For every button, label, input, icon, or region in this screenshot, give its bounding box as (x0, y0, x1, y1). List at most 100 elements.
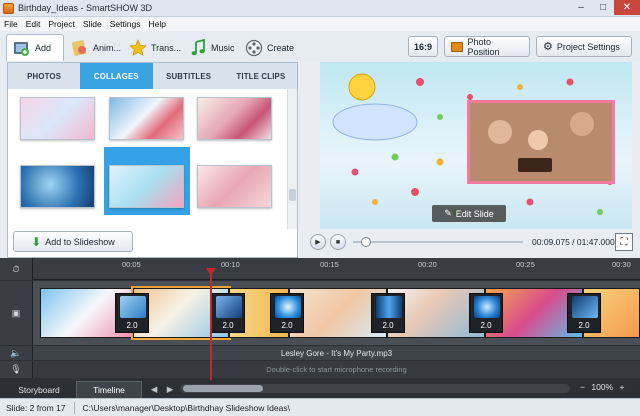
transition-block[interactable]: 2.0 (371, 293, 405, 333)
tab-music-label: Music (211, 42, 235, 53)
window-title: Birthday_Ideas - SmartSHOW 3D (18, 3, 153, 13)
zoom-out-button[interactable]: − (580, 382, 585, 392)
photo-position-label: Photo Position (467, 36, 500, 57)
edit-slide-label: Edit Slide (455, 208, 494, 219)
timeline-scrollbar[interactable] (180, 384, 570, 393)
zoom-control[interactable]: − 100% + (580, 382, 624, 392)
close-button[interactable]: ✕ (614, 0, 640, 15)
tab-animation-label: Anim... (93, 42, 122, 53)
menu-edit[interactable]: Edit (26, 19, 41, 29)
menu-help[interactable]: Help (148, 19, 165, 29)
photo-position-button[interactable]: Photo Position (444, 36, 530, 57)
edit-slide-button[interactable]: ✎ Edit Slide (432, 205, 506, 222)
ruler-tick: 00:10 (221, 260, 240, 269)
tab-create-label: Create (267, 42, 295, 53)
scrollbar-thumb[interactable] (289, 189, 296, 201)
star-icon (129, 38, 147, 58)
tab-photos[interactable]: PHOTOS (8, 63, 80, 89)
transition-block[interactable]: 2.0 (270, 293, 304, 333)
tab-animation[interactable]: Anim... (66, 34, 124, 61)
gear-icon: ⚙ (543, 41, 553, 53)
add-icon (11, 38, 31, 58)
playback-progress-track[interactable] (353, 241, 523, 243)
minimize-button[interactable]: – (570, 0, 592, 15)
transition-duration: 2.0 (382, 321, 394, 330)
content-panel: PHOTOS COLLAGES SUBTITLES TITLE CLIPS ⬇ … (7, 62, 298, 258)
clock-icon: ⏱ (0, 258, 33, 280)
collage-thumbnails (8, 89, 287, 229)
transition-block[interactable]: 2.0 (211, 293, 245, 333)
tab-collages[interactable]: COLLAGES (80, 63, 153, 89)
menu-file[interactable]: File (4, 19, 18, 29)
transition-block[interactable]: 2.0 (567, 293, 601, 333)
menu-project[interactable]: Project (48, 19, 74, 29)
playback-progress-knob[interactable] (361, 237, 371, 247)
add-to-slideshow-button[interactable]: ⬇ Add to Slideshow (13, 231, 133, 252)
menu-slide[interactable]: Slide (83, 19, 102, 29)
tab-transitions[interactable]: Trans... (124, 34, 182, 61)
timeline-ruler[interactable]: ⏱ 00:05 00:10 00:15 00:20 00:25 00:30 (0, 258, 640, 280)
zoom-level: 100% (591, 382, 614, 392)
thumbnail-scrollbar[interactable] (287, 89, 297, 229)
voice-track[interactable]: Double-click to start microphone recordi… (33, 361, 640, 378)
tab-subtitles[interactable]: SUBTITLES (153, 63, 225, 89)
collage-thumbnail[interactable] (20, 97, 95, 140)
tab-music[interactable]: Music (184, 34, 238, 61)
photo-position-icon (451, 41, 463, 52)
player-controls: ▶ ■ 00:09.075 / 01:47.000 ⛶ (305, 232, 635, 253)
pencil-icon: ✎ (444, 208, 452, 218)
category-tabs: PHOTOS COLLAGES SUBTITLES TITLE CLIPS (8, 63, 297, 89)
transition-block[interactable]: 2.0 (115, 293, 149, 333)
stop-button[interactable]: ■ (330, 234, 346, 250)
project-settings-button[interactable]: ⚙ Project Settings (536, 36, 632, 57)
playback-time: 00:09.075 / 01:47.000 (532, 237, 615, 247)
zoom-in-button[interactable]: + (619, 382, 624, 392)
timeline-scrollbar-thumb[interactable] (183, 385, 263, 392)
tab-title-clips[interactable]: TITLE CLIPS (225, 63, 297, 89)
ruler-tick: 00:25 (516, 260, 535, 269)
speaker-icon: 🔈 (0, 346, 33, 360)
title-bar: Birthday_Ideas - SmartSHOW 3D – □ ✕ (0, 0, 640, 17)
tab-transitions-label: Trans... (151, 42, 182, 53)
status-divider (73, 401, 75, 414)
maximize-button[interactable]: □ (592, 0, 614, 15)
ruler-tick: 00:15 (320, 260, 339, 269)
transition-duration: 2.0 (222, 321, 234, 330)
scroll-right-button[interactable]: ▶ (164, 381, 176, 398)
film-icon (245, 38, 263, 58)
music-icon (189, 38, 207, 58)
collage-thumbnail[interactable] (197, 165, 272, 208)
music-track[interactable]: Lesley Gore - It's My Party.mp3 (33, 346, 640, 360)
preview-artwork (332, 73, 615, 215)
scroll-left-button[interactable]: ◀ (148, 381, 160, 398)
tab-add-label: Add (35, 43, 52, 53)
menu-bar: File Edit Project Slide Settings Help (0, 17, 640, 31)
tab-storyboard[interactable]: Storyboard (6, 381, 72, 398)
collage-thumbnail-selected[interactable] (109, 165, 184, 208)
tab-create[interactable]: Create (240, 34, 298, 61)
ruler-tick: 00:30 (612, 260, 631, 269)
stop-icon: ■ (335, 238, 341, 246)
arrow-down-icon: ⬇ (31, 234, 42, 249)
tab-add[interactable]: Add (6, 34, 64, 61)
status-slide-count: Slide: 2 from 17 (6, 402, 66, 413)
fullscreen-button[interactable]: ⛶ (615, 233, 633, 251)
play-icon: ▶ (315, 239, 321, 246)
transition-duration: 2.0 (480, 321, 492, 330)
collage-thumbnail[interactable] (197, 97, 272, 140)
status-project-path: C:\Users\manager\Desktop\Birthdhay Slide… (82, 402, 290, 413)
transition-duration: 2.0 (281, 321, 293, 330)
tab-timeline[interactable]: Timeline (76, 381, 142, 398)
menu-settings[interactable]: Settings (110, 19, 141, 29)
timeline: ⏱ 00:05 00:10 00:15 00:20 00:25 00:30 ▣ … (0, 258, 640, 380)
collage-thumbnail[interactable] (20, 165, 95, 208)
microphone-icon: 🎙 (0, 361, 33, 378)
collage-thumbnail[interactable] (109, 97, 184, 140)
ruler-tick: 00:05 (122, 260, 141, 269)
fullscreen-icon: ⛶ (620, 236, 628, 248)
transition-duration: 2.0 (126, 321, 138, 330)
aspect-ratio-button[interactable]: 16:9 (408, 36, 438, 57)
project-settings-label: Project Settings (556, 41, 620, 52)
play-button[interactable]: ▶ (310, 234, 326, 250)
transition-block[interactable]: 2.0 (469, 293, 503, 333)
